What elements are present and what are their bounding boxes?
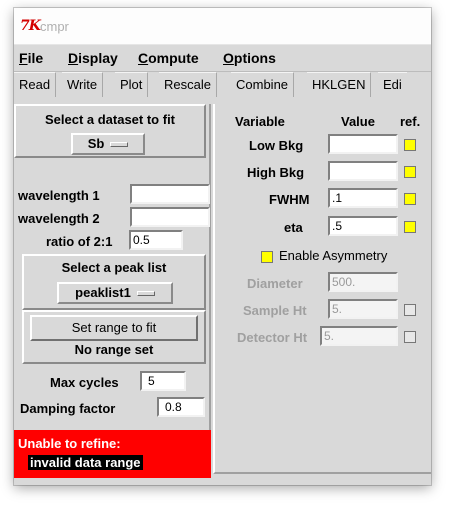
error-title: Unable to refine: [18, 436, 121, 451]
dataset-title: Select a dataset to fit [44, 112, 176, 127]
max-cycles-label: Max cycles [50, 375, 119, 390]
menu-options-mnemonic: O [223, 50, 234, 66]
tab-read[interactable]: Read [14, 72, 57, 97]
wavelength2-input[interactable] [130, 207, 210, 227]
menu-file-rest: ile [27, 50, 44, 66]
menu-display[interactable]: Display [68, 50, 118, 66]
detector-ht-input[interactable]: 5. [320, 326, 398, 346]
col-header-variable: Variable [235, 114, 285, 129]
max-cycles-input[interactable]: 5 [140, 371, 186, 391]
menu-options-rest: ptions [233, 50, 276, 66]
wavelength1-label: wavelength 1 [18, 188, 100, 203]
high-bkg-input[interactable] [328, 161, 398, 181]
dataset-menubutton[interactable]: Sb [71, 133, 145, 155]
ratio-input[interactable]: 0.5 [129, 230, 183, 250]
menu-file-mnemonic: F [19, 50, 28, 66]
damping-label: Damping factor [20, 401, 116, 416]
col-header-ref: ref. [400, 114, 421, 129]
eta-ref-checkbox[interactable] [404, 221, 416, 233]
range-status: No range set [74, 342, 154, 357]
eta-label: eta [284, 220, 303, 235]
tab-combine[interactable]: Combine [231, 72, 295, 97]
right-pane: Variable Value ref. Low Bkg High Bkg FWH… [213, 104, 431, 474]
fwhm-label: FWHM [269, 192, 310, 207]
wavelength1-input[interactable] [130, 184, 210, 204]
wavelength2-label: wavelength 2 [18, 211, 100, 226]
high-bkg-label: High Bkg [247, 165, 305, 180]
menu-compute-mnemonic: C [138, 50, 149, 66]
title-bar: 7K cmpr [14, 8, 431, 45]
menu-options[interactable]: Options [223, 50, 276, 66]
menu-display-mnemonic: D [68, 50, 79, 66]
sample-ht-label: Sample Ht [243, 303, 307, 318]
menu-compute[interactable]: Compute [138, 50, 199, 66]
window-title: cmpr [40, 19, 69, 34]
detector-ht-label: Detector Ht [237, 330, 308, 345]
sample-ht-input[interactable]: 5. [328, 299, 398, 319]
set-range-button[interactable]: Set range to fit [30, 315, 198, 341]
damping-input[interactable]: 0.8 [157, 397, 205, 417]
peaklist-value: peaklist1 [75, 285, 131, 300]
high-bkg-ref-checkbox[interactable] [404, 166, 416, 178]
dataset-value: Sb [87, 136, 105, 151]
left-pane: Select a dataset to fit Sb wavelength 1 … [14, 104, 211, 478]
col-header-value: Value [341, 114, 375, 129]
asymmetry-label: Enable Asymmetry [279, 248, 388, 263]
tab-write[interactable]: Write [62, 72, 104, 97]
tk-logo-icon: 7K [20, 18, 41, 34]
menu-compute-rest: ompute [148, 50, 199, 66]
tab-edit[interactable]: Edi [378, 72, 407, 97]
dataset-box: Select a dataset to fit Sb [14, 104, 206, 158]
tab-rescale[interactable]: Rescale [159, 72, 217, 97]
peaklist-box: Select a peak list peaklist1 [22, 254, 206, 310]
tab-plot[interactable]: Plot [115, 72, 149, 97]
range-box: Set range to fit No range set [22, 310, 206, 364]
app-window: 7K cmpr File Display Compute Options Rea… [14, 8, 431, 485]
error-banner: Unable to refine: invalid data range [14, 430, 211, 478]
peaklist-menubutton[interactable]: peaklist1 [57, 282, 173, 304]
menu-file[interactable]: File [19, 50, 43, 66]
sample-ht-ref-checkbox[interactable] [404, 304, 416, 316]
detector-ht-ref-checkbox[interactable] [404, 331, 416, 343]
tab-hklgen[interactable]: HKLGEN [307, 72, 372, 97]
menubutton-indicator-icon [110, 142, 129, 148]
menu-display-rest: isplay [78, 50, 118, 66]
fwhm-ref-checkbox[interactable] [404, 193, 416, 205]
low-bkg-ref-checkbox[interactable] [404, 139, 416, 151]
fwhm-input[interactable]: .1 [328, 188, 398, 208]
ratio-label: ratio of 2:1 [46, 234, 113, 249]
menubutton-indicator-icon [136, 291, 155, 297]
diameter-label: Diameter [247, 276, 303, 291]
eta-input[interactable]: .5 [328, 216, 398, 236]
peaklist-title: Select a peak list [61, 260, 167, 275]
tab-bar: Read Write Plot Rescale Combine HKLGEN E… [14, 72, 431, 98]
low-bkg-label: Low Bkg [249, 138, 304, 153]
menu-bar: File Display Compute Options [14, 45, 431, 72]
low-bkg-input[interactable] [328, 134, 398, 154]
error-message: invalid data range [28, 455, 143, 470]
asymmetry-checkbox[interactable] [261, 251, 273, 263]
diameter-input[interactable]: 500. [328, 272, 398, 292]
